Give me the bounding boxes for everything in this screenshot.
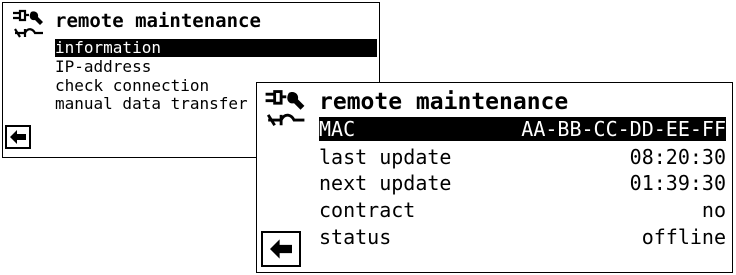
last-update-label: last update xyxy=(319,145,452,169)
status-label: status xyxy=(319,225,392,249)
next-update-row: next update 01:39:30 xyxy=(319,171,726,195)
menu-item-information[interactable]: information xyxy=(55,39,377,57)
contract-label: contract xyxy=(319,198,416,222)
screen-title: remote maintenance xyxy=(55,10,261,32)
last-update-row: last update 08:20:30 xyxy=(319,145,726,169)
back-button[interactable] xyxy=(5,125,31,149)
next-update-label: next update xyxy=(319,171,452,195)
contract-row: contract no xyxy=(319,198,726,222)
status-row: status offline xyxy=(319,225,726,249)
mac-value: AA-BB-CC-DD-EE-FF xyxy=(521,117,726,141)
wrench-plug-icon xyxy=(13,9,43,38)
status-value: offline xyxy=(641,225,726,249)
mac-row[interactable]: MAC AA-BB-CC-DD-EE-FF xyxy=(319,117,726,141)
wrench-plug-icon xyxy=(265,90,305,126)
last-update-value: 08:20:30 xyxy=(629,145,726,169)
arrow-left-icon xyxy=(270,239,292,259)
remote-maintenance-information-screen: remote maintenance MAC AA-BB-CC-DD-EE-FF… xyxy=(256,82,733,273)
screen-title: remote maintenance xyxy=(319,89,569,115)
menu-item-manual-data-transfer[interactable]: manual data transfer xyxy=(55,95,248,113)
menu-item-ip-address[interactable]: IP-address xyxy=(55,58,151,76)
arrow-left-icon xyxy=(10,130,26,144)
contract-value: no xyxy=(701,198,726,222)
menu-item-check-connection[interactable]: check connection xyxy=(55,77,209,95)
next-update-value: 01:39:30 xyxy=(629,171,726,195)
back-button[interactable] xyxy=(261,231,301,267)
mac-label: MAC xyxy=(319,117,356,141)
